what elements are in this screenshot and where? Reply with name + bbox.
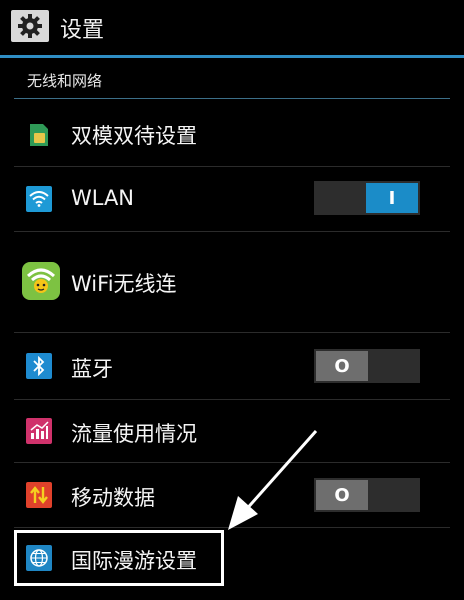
annotation-arrow-icon <box>228 430 318 530</box>
